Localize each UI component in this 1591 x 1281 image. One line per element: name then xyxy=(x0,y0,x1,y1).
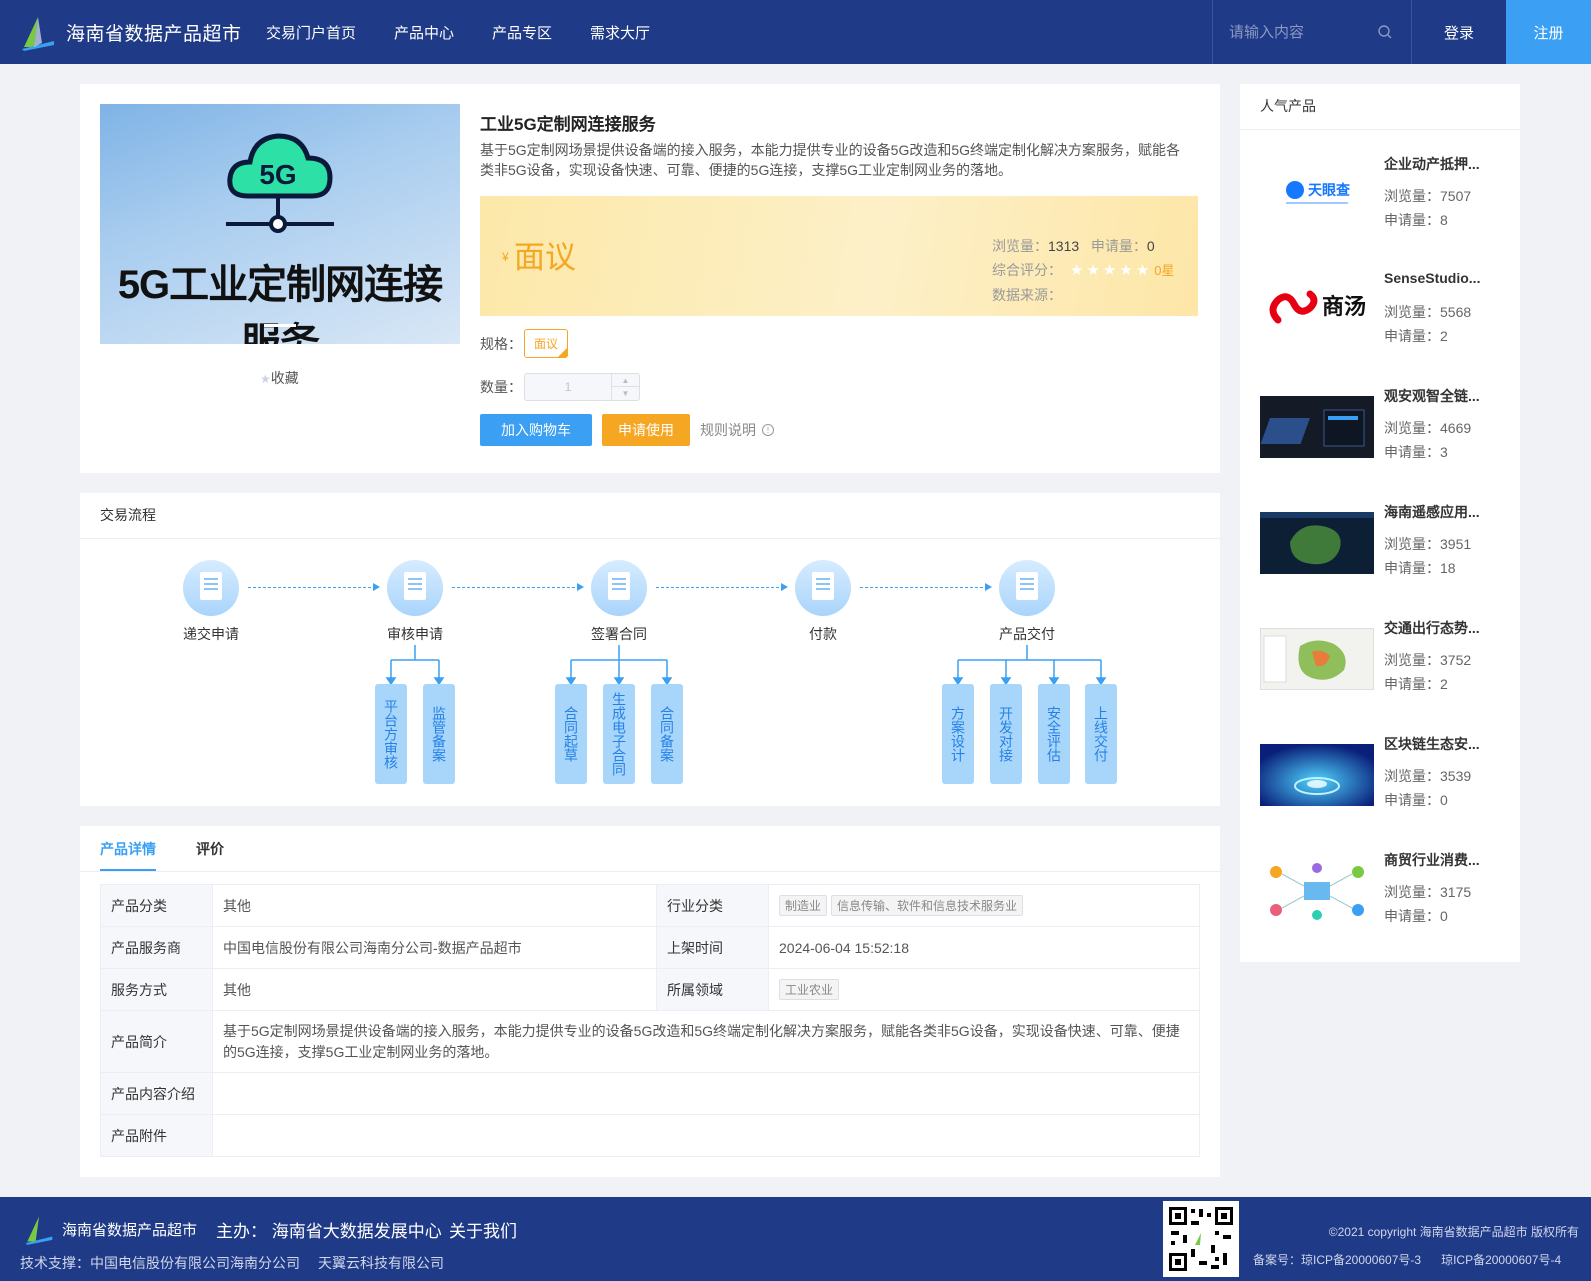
table-row: 产品简介 基于5G定制网场景提供设备端的接入服务，本能力提供专业的设备5G改造和… xyxy=(100,1010,1200,1073)
process-tree-lines xyxy=(385,645,1107,686)
tag: 信息传输、软件和信息技术服务业 xyxy=(831,895,1024,916)
table-row: 产品服务商 中国电信股份有限公司海南分公司-数据产品超市 上架时间 2024-0… xyxy=(100,926,1200,969)
table-key: 服务方式 xyxy=(100,968,213,1011)
table-value: 2024-06-04 15:52:18 xyxy=(768,926,1200,969)
tech-support-1: 技术支撑：中国电信股份有限公司海南分公司 xyxy=(20,1255,300,1271)
table-key: 上架时间 xyxy=(656,926,769,969)
popular-item-views: 浏览量：3175 xyxy=(1384,884,1472,900)
sub-step-go-live: 上线交付 xyxy=(1085,684,1117,784)
industry-tags: 制造业 信息传输、软件和信息技术服务业 xyxy=(768,884,1200,927)
table-key: 产品内容介绍 xyxy=(100,1072,213,1115)
popular-item-apply: 申请量：0 xyxy=(1384,908,1448,924)
detail-table: 产品分类 其他 行业分类 制造业 信息传输、软件和信息技术服务业 产品服务商 中国… xyxy=(100,884,1200,1157)
table-value: 其他 xyxy=(212,884,657,927)
product-details: 产品详情 评价 产品分类 其他 行业分类 制造业 信息传输、软件和信息技术服务业 … xyxy=(80,826,1220,1177)
icp-record-1[interactable]: 备案号：琼ICP备20000607号-3 xyxy=(1253,1253,1421,1267)
sub-step-e-contract: 生成电子合同 xyxy=(603,684,635,784)
footer-host: 主办： 海南省大数据发展中心 xyxy=(216,1222,442,1241)
field-tags: 工业农业 xyxy=(768,968,1200,1011)
sub-step-regulatory-filing: 监管备案 xyxy=(423,684,455,784)
table-row: 产品附件 xyxy=(100,1114,1200,1157)
tab-reviews[interactable]: 评价 xyxy=(196,826,224,871)
table-key: 产品服务商 xyxy=(100,926,213,969)
table-key: 产品分类 xyxy=(100,884,213,927)
table-key: 产品附件 xyxy=(100,1114,213,1157)
table-value xyxy=(212,1072,1200,1115)
qr-code-icon xyxy=(1163,1201,1239,1277)
sub-step-solution-design: 方案设计 xyxy=(942,684,974,784)
table-key: 产品简介 xyxy=(100,1010,213,1073)
footer: 海南省数据产品超市 主办： 海南省大数据发展中心 关于我们 技术支撑：中国电信股… xyxy=(0,1197,1591,1281)
table-row: 服务方式 其他 所属领域 工业农业 xyxy=(100,968,1200,1011)
table-key: 行业分类 xyxy=(656,884,769,927)
copyright: ©2021 copyright 海南省数据产品超市 版权所有 xyxy=(1328,1225,1579,1239)
detail-tabs: 产品详情 评价 xyxy=(80,826,1220,872)
table-row: 产品分类 其他 行业分类 制造业 信息传输、软件和信息技术服务业 xyxy=(100,884,1200,927)
tab-product-details[interactable]: 产品详情 xyxy=(100,826,156,871)
table-value: 基于5G定制网场景提供设备端的接入服务，本能力提供专业的设备5G改造和5G终端定… xyxy=(212,1010,1200,1073)
popular-item[interactable]: 商贸行业消费... 浏览量：3175 申请量：0 xyxy=(1260,850,1510,940)
table-value xyxy=(212,1114,1200,1157)
sub-step-dev-integration: 开发对接 xyxy=(990,684,1022,784)
tech-support-2: 天翼云科技有限公司 xyxy=(318,1255,444,1271)
sub-step-platform-review: 平台方审核 xyxy=(375,684,407,784)
table-key: 所属领域 xyxy=(656,968,769,1011)
icp-records: 备案号：琼ICP备20000607号-3 琼ICP备20000607号-4 xyxy=(1253,1251,1581,1268)
icp-record-2[interactable]: 琼ICP备20000607号-4 xyxy=(1441,1253,1561,1267)
popular-item-name: 商贸行业消费... xyxy=(1384,852,1480,868)
product-thumbnail-icon xyxy=(1260,860,1374,922)
footer-tech-support: 技术支撑：中国电信股份有限公司海南分公司 天翼云科技有限公司 xyxy=(20,1253,462,1273)
footer-site-name: 海南省数据产品超市 xyxy=(62,1222,198,1239)
table-row: 产品内容介绍 xyxy=(100,1072,1200,1115)
sub-step-contract-filing: 合同备案 xyxy=(651,684,683,784)
site-logo-icon xyxy=(25,1216,53,1245)
table-value: 中国电信股份有限公司海南分公司-数据产品超市 xyxy=(212,926,657,969)
tag: 制造业 xyxy=(779,895,828,916)
sub-step-security-assessment: 安全评估 xyxy=(1038,684,1070,784)
about-us-link[interactable]: 关于我们 xyxy=(449,1217,517,1242)
tag: 工业农业 xyxy=(779,979,840,1000)
table-value: 其他 xyxy=(212,968,657,1011)
sub-step-contract-draft: 合同起草 xyxy=(555,684,587,784)
